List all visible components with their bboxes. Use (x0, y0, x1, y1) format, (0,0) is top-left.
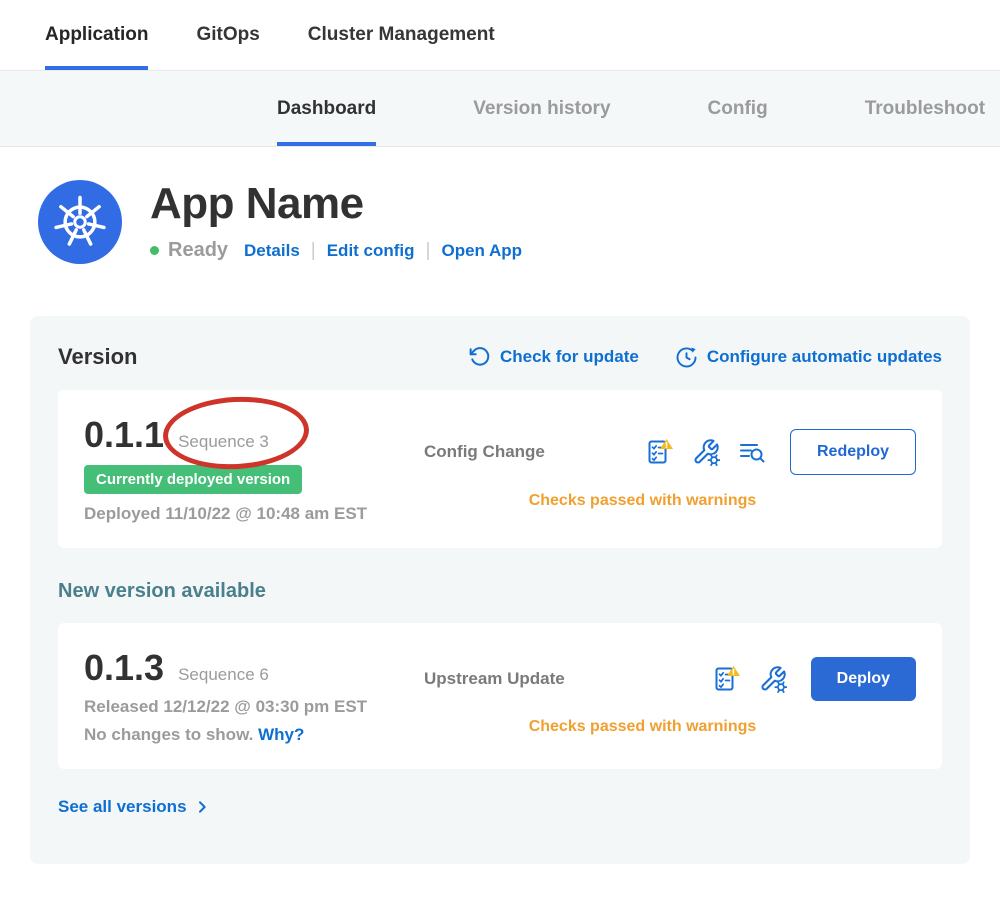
edit-config-link[interactable]: Edit config (327, 241, 415, 261)
version-panel: Version Check for update Configure autom… (30, 316, 970, 864)
configure-automatic-updates-label: Configure automatic updates (707, 347, 942, 367)
new-version-available-heading: New version available (58, 580, 942, 603)
deployed-timestamp: Deployed 11/10/22 @ 10:48 am EST (84, 504, 424, 524)
version-panel-actions: Check for update Configure automatic upd… (469, 346, 942, 369)
new-version-number: 0.1.3 (84, 647, 164, 689)
tab-cluster-management[interactable]: Cluster Management (308, 0, 495, 70)
current-version-source: Config Change (424, 442, 545, 462)
current-version-checks-status: Checks passed with warnings (424, 492, 916, 510)
edit-config-wrench-icon[interactable] (692, 438, 720, 466)
see-all-versions-link[interactable]: See all versions (58, 797, 210, 817)
new-version-actions: Upstream Update (424, 647, 916, 745)
tab-config[interactable]: Config (708, 71, 768, 146)
ship-wheel-icon (52, 194, 108, 250)
new-version-info: 0.1.3 Sequence 6 Released 12/12/22 @ 03:… (84, 647, 424, 745)
new-version-sequence: Sequence 6 (178, 665, 269, 685)
new-version-checks-status: Checks passed with warnings (424, 718, 916, 736)
app-header-info: App Name Ready Details | Edit config | O… (150, 182, 522, 262)
chevron-right-icon (194, 799, 210, 815)
new-version-row: 0.1.3 Sequence 6 (84, 647, 424, 689)
preflight-checks-icon[interactable] (644, 437, 674, 467)
current-version-action-row: Config Change (424, 429, 916, 475)
configure-automatic-updates-button[interactable]: Configure automatic updates (675, 346, 942, 369)
divider: | (426, 240, 431, 262)
app-sub-nav: Dashboard Version history Config Trouble… (0, 71, 1000, 147)
current-version-row: 0.1.1 Sequence 3 (84, 414, 424, 456)
app-header: App Name Ready Details | Edit config | O… (0, 147, 1000, 264)
current-version-card: 0.1.1 Sequence 3 Currently deployed vers… (58, 390, 942, 548)
top-nav: Application GitOps Cluster Management (0, 0, 1000, 71)
current-version-sequence: Sequence 3 (178, 432, 269, 452)
check-for-update-label: Check for update (500, 347, 639, 367)
divider: | (311, 240, 316, 262)
new-version-source: Upstream Update (424, 669, 565, 689)
tab-gitops[interactable]: GitOps (196, 0, 259, 70)
details-link[interactable]: Details (244, 241, 300, 261)
current-version-number: 0.1.1 (84, 414, 164, 456)
view-files-icon[interactable] (738, 438, 766, 466)
app-status-text: Ready (168, 239, 228, 262)
version-panel-header: Version Check for update Configure autom… (58, 344, 942, 370)
check-for-update-button[interactable]: Check for update (469, 346, 639, 368)
current-version-info: 0.1.1 Sequence 3 Currently deployed vers… (84, 414, 424, 524)
redeploy-button[interactable]: Redeploy (790, 429, 916, 475)
released-timestamp: Released 12/12/22 @ 03:30 pm EST (84, 697, 424, 717)
tab-dashboard[interactable]: Dashboard (277, 71, 376, 146)
see-all-versions-label: See all versions (58, 797, 187, 817)
currently-deployed-badge: Currently deployed version (84, 465, 302, 494)
ready-status-dot-icon (150, 246, 159, 255)
edit-config-wrench-icon[interactable] (759, 665, 787, 693)
deploy-button[interactable]: Deploy (811, 657, 916, 701)
tab-version-history[interactable]: Version history (473, 71, 610, 146)
refresh-icon (469, 346, 491, 368)
version-panel-title: Version (58, 344, 137, 370)
tab-troubleshoot[interactable]: Troubleshoot (865, 71, 985, 146)
current-version-actions: Config Change (424, 414, 916, 524)
app-status-row: Ready Details | Edit config | Open App (150, 239, 522, 262)
clock-refresh-icon (675, 346, 698, 369)
open-app-link[interactable]: Open App (441, 241, 522, 261)
tab-application[interactable]: Application (45, 0, 148, 70)
app-title: App Name (150, 182, 522, 226)
new-version-icons (711, 664, 787, 694)
new-version-card: 0.1.3 Sequence 6 Released 12/12/22 @ 03:… (58, 623, 942, 769)
preflight-checks-icon[interactable] (711, 664, 741, 694)
kubernetes-logo-icon (38, 180, 122, 264)
why-link[interactable]: Why? (258, 725, 304, 744)
no-changes-text: No changes to show. (84, 725, 253, 744)
new-version-action-row: Upstream Update (424, 657, 916, 701)
no-changes-row: No changes to show. Why? (84, 725, 424, 745)
current-version-icons (644, 437, 766, 467)
